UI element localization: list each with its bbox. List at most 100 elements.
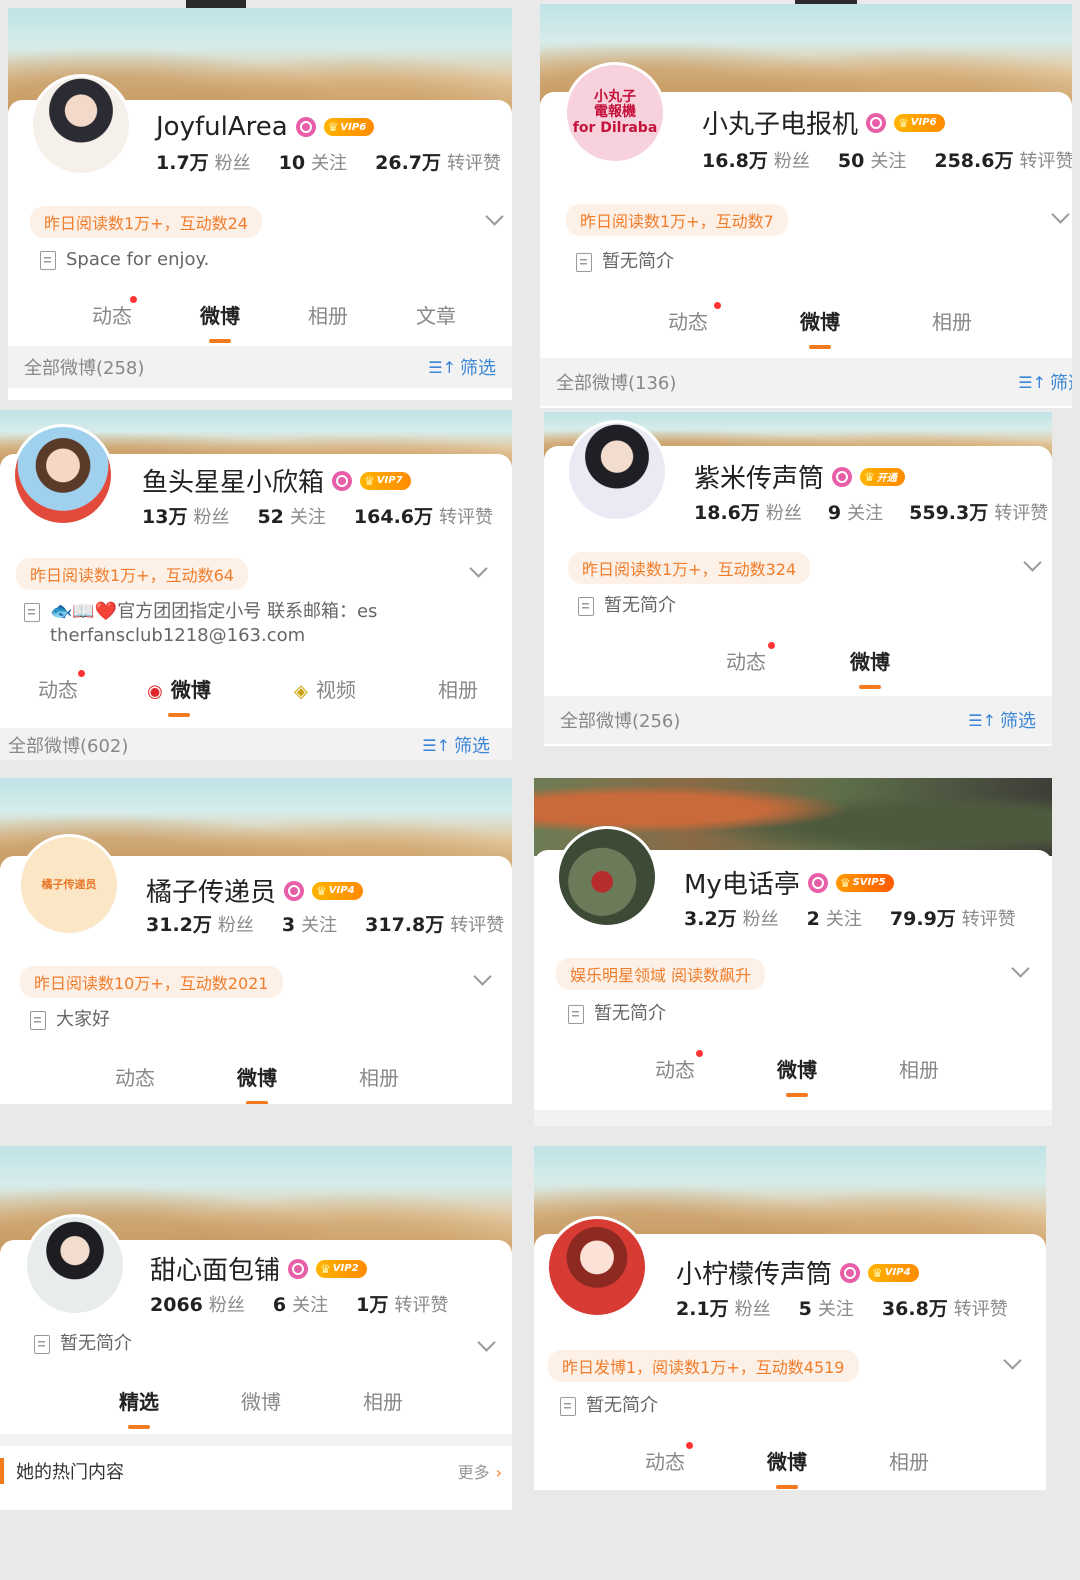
tab-featured[interactable]: 精选: [78, 1386, 200, 1429]
tab-album[interactable]: 相册: [274, 300, 382, 329]
tab-dynamic[interactable]: 动态: [622, 302, 754, 335]
tab-video[interactable]: ◈ 视频: [252, 674, 398, 703]
avatar[interactable]: [546, 1216, 648, 1318]
tab-weibo[interactable]: 微博: [166, 300, 274, 343]
tab-dynamic[interactable]: 动态: [74, 1062, 196, 1091]
tab-album[interactable]: 相册: [322, 1386, 444, 1415]
avatar[interactable]: [566, 420, 668, 522]
follow-stat[interactable]: 50 关注: [838, 147, 906, 173]
verified-icon: [295, 117, 316, 137]
bio: 暂无简介: [560, 1394, 658, 1418]
section-divider: [0, 1434, 512, 1446]
follow-stat[interactable]: 10 关注: [279, 149, 347, 175]
likes-stat[interactable]: 317.8万 转评赞: [365, 910, 504, 937]
profile-name: 小柠檬传声筒: [676, 1260, 833, 1290]
follow-stat[interactable]: 52 关注: [257, 503, 325, 529]
vip-badge[interactable]: ♛ VIP4: [868, 1263, 919, 1282]
reading-stat-tag[interactable]: 昨日阅读数1万+，互动数324: [568, 552, 811, 584]
avatar[interactable]: 小丸子 電報機 for Dilraba: [564, 62, 666, 164]
likes-stat[interactable]: 1万 转评赞: [356, 1290, 448, 1317]
notification-dot: [714, 302, 721, 309]
avatar[interactable]: [24, 1214, 126, 1316]
filter-button[interactable]: ☰↑筛选: [428, 354, 496, 380]
avatar[interactable]: [30, 74, 132, 176]
likes-stat[interactable]: 79.9万 转评赞: [890, 904, 1016, 931]
verified-icon: [866, 112, 887, 133]
tab-weibo[interactable]: 微博: [736, 1054, 858, 1097]
tab-dynamic[interactable]: 动态: [10, 670, 106, 703]
vip-badge[interactable]: ♛ VIP7: [360, 471, 411, 490]
avatar[interactable]: [556, 826, 658, 928]
follow-stat[interactable]: 6 关注: [273, 1291, 328, 1317]
likes-stat[interactable]: 258.6万 转评赞: [934, 146, 1072, 173]
likes-stat[interactable]: 164.6万 转评赞: [354, 502, 493, 529]
fans-stat[interactable]: 31.2万 粉丝: [146, 910, 254, 937]
vip-badge[interactable]: ♛ VIP4: [312, 881, 363, 900]
stats-row: 16.8万 粉丝 50 关注 258.6万 转评赞: [702, 146, 1072, 173]
crown-icon: ♛: [839, 875, 851, 890]
bio-text: 暂无简介: [594, 1003, 666, 1024]
vip-badge[interactable]: ♛ VIP2: [316, 1259, 367, 1278]
vip-badge[interactable]: ♛ 开通: [860, 467, 905, 486]
bio-text: 暂无简介: [586, 1395, 658, 1416]
reading-stat-tag[interactable]: 昨日阅读数1万+，互动数24: [30, 206, 262, 238]
tab-weibo[interactable]: 微博: [754, 306, 886, 349]
fans-stat[interactable]: 13万 粉丝: [142, 502, 229, 529]
fans-stat[interactable]: 16.8万 粉丝: [702, 146, 810, 173]
tab-album[interactable]: 相册: [318, 1062, 440, 1091]
vip-badge[interactable]: ♛ VIP6: [323, 118, 375, 136]
tab-album[interactable]: 相册: [858, 1054, 980, 1083]
profile-name: 甜心面包铺: [150, 1256, 281, 1286]
likes-stat[interactable]: 559.3万 转评赞: [909, 498, 1048, 525]
likes-stat[interactable]: 36.8万 转评赞: [882, 1294, 1008, 1321]
filter-button[interactable]: ☰↑筛选: [968, 707, 1036, 733]
document-icon: [578, 597, 594, 616]
fans-stat[interactable]: 18.6万 粉丝: [694, 498, 802, 525]
profile-tabs: 动态 微博 相册: [74, 1062, 440, 1104]
tab-dynamic[interactable]: 动态: [58, 296, 166, 329]
profile-card: 小丸子 電報機 for Dilraba 小丸子电报机 ♛ VIP6 16.8万 粉丝…: [540, 4, 1072, 408]
fans-stat[interactable]: 2066 粉丝: [150, 1291, 245, 1317]
avatar[interactable]: [12, 424, 114, 526]
follow-stat[interactable]: 2 关注: [807, 905, 862, 931]
tab-weibo[interactable]: ◉ 微博: [106, 674, 252, 717]
likes-stat[interactable]: 26.7万 转评赞: [375, 148, 501, 175]
follow-stat[interactable]: 9 关注: [828, 499, 883, 525]
reading-stat-tag[interactable]: 娱乐明星领域 阅读数飙升: [556, 958, 766, 990]
avatar[interactable]: 橘子传递员: [18, 834, 120, 936]
tab-dynamic[interactable]: 动态: [614, 1050, 736, 1083]
follow-stat[interactable]: 5 关注: [799, 1295, 854, 1321]
tab-weibo[interactable]: 微博: [726, 1446, 848, 1489]
filter-button[interactable]: ☰↑筛选: [1018, 369, 1072, 395]
document-icon: [560, 1397, 576, 1416]
tab-album[interactable]: 相册: [848, 1446, 970, 1475]
profile-card: JoyfulArea ♛ VIP6 1.7万 粉丝 10 关注 26.7万 转评赞 昨日…: [8, 8, 512, 400]
document-icon: [40, 251, 56, 270]
filter-icon: ☰↑: [968, 710, 996, 730]
tab-articles[interactable]: 文章: [382, 300, 490, 329]
reading-stat-tag[interactable]: 昨日阅读数1万+，互动数64: [16, 558, 248, 590]
tab-weibo[interactable]: 微博: [196, 1062, 318, 1104]
reading-stat-tag[interactable]: 昨日阅读数1万+，互动数7: [566, 204, 788, 236]
follow-stat[interactable]: 3 关注: [282, 911, 337, 937]
tab-album[interactable]: 相册: [886, 306, 1018, 335]
crown-icon: ♛: [320, 1261, 331, 1276]
reading-stat-tag[interactable]: 昨日阅读数10万+，互动数2021: [20, 966, 283, 998]
fans-stat[interactable]: 3.2万 粉丝: [684, 904, 779, 931]
tab-album[interactable]: 相册: [398, 674, 512, 703]
vip-badge[interactable]: ♛ VIP6: [894, 113, 945, 132]
name-row: 鱼头星星小欣箱 ♛ VIP7: [142, 462, 411, 499]
vip-badge[interactable]: ♛ SVIP5: [835, 873, 894, 892]
fans-stat[interactable]: 2.1万 粉丝: [676, 1294, 771, 1321]
fans-stat[interactable]: 1.7万 粉丝: [156, 148, 251, 175]
tab-weibo[interactable]: 微博: [200, 1386, 322, 1415]
tab-dynamic[interactable]: 动态: [684, 642, 808, 675]
verified-icon: [288, 1258, 309, 1279]
more-link[interactable]: 更多 ›: [458, 1459, 502, 1483]
crown-icon: ♛: [864, 469, 875, 484]
filter-button[interactable]: ☰↑筛选: [422, 732, 490, 758]
reading-stat-tag[interactable]: 昨日发博1，阅读数1万+，互动数4519: [548, 1350, 859, 1382]
profile-name: 小丸子电报机: [702, 110, 859, 140]
tab-dynamic[interactable]: 动态: [604, 1442, 726, 1475]
tab-weibo[interactable]: 微博: [808, 646, 932, 689]
